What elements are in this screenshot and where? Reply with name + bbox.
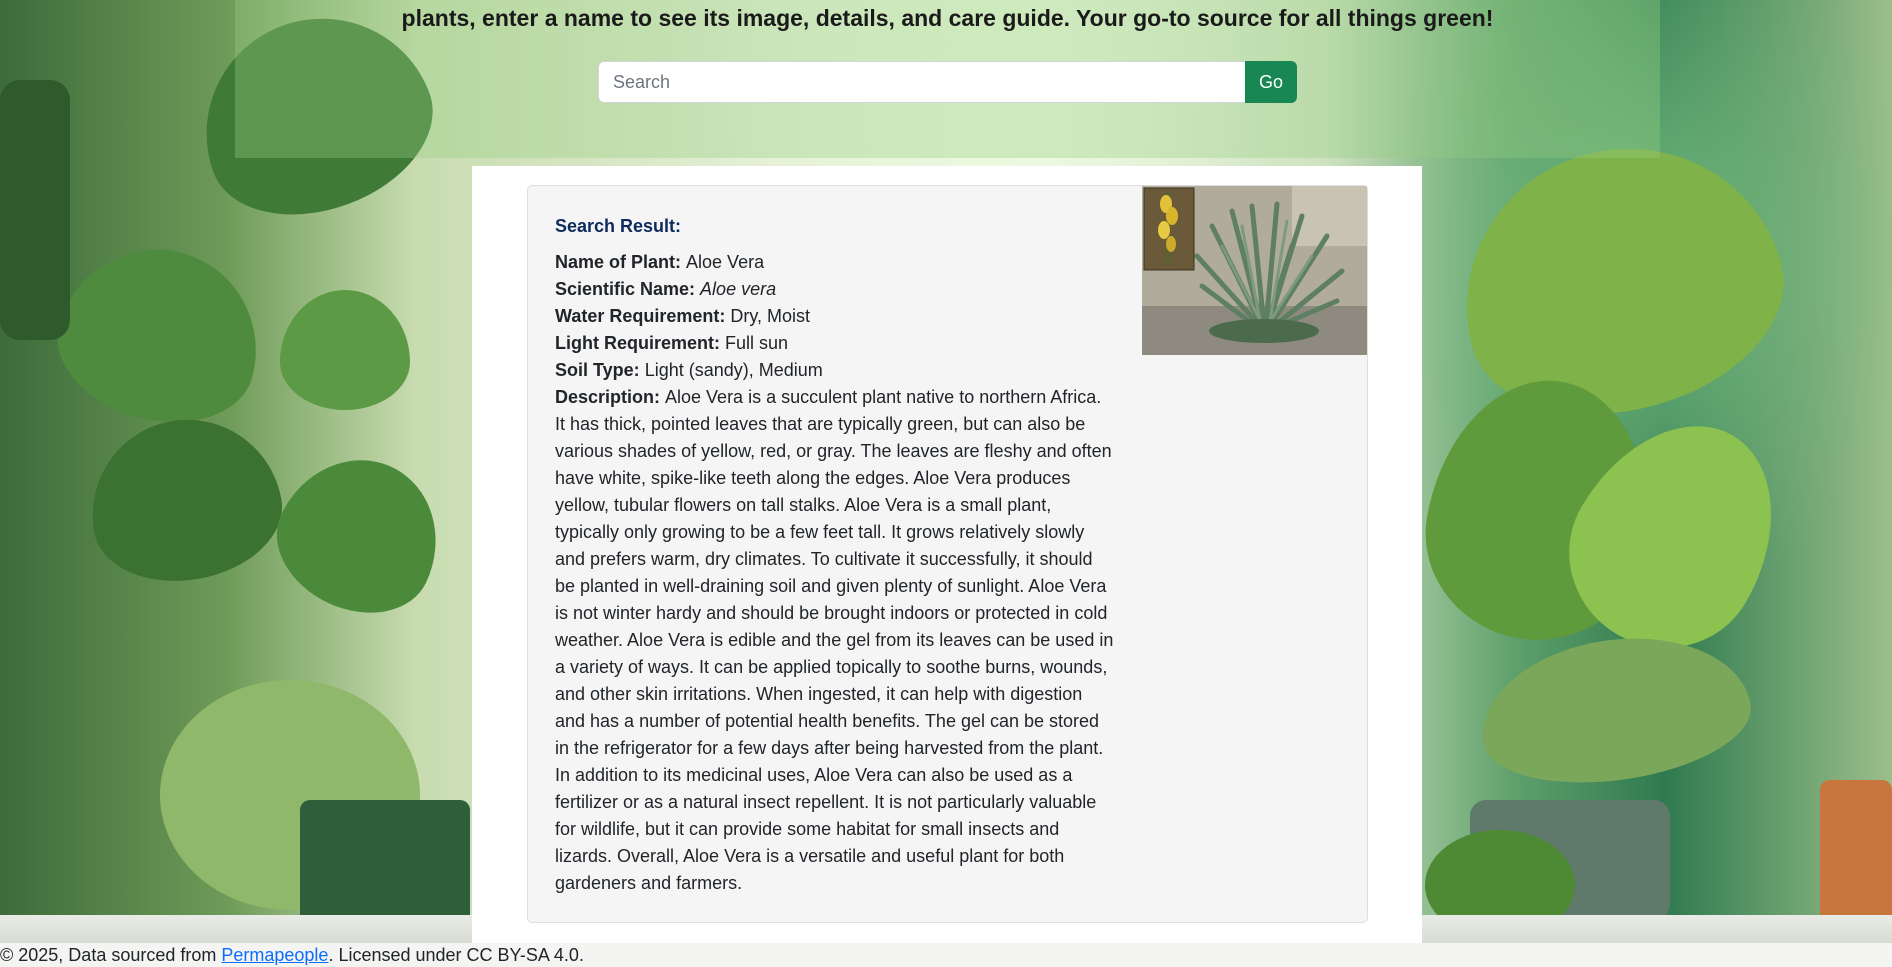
description-row: Description: Aloe Vera is a succulent pl… bbox=[555, 384, 1115, 897]
search-result-heading: Search Result: bbox=[555, 216, 682, 236]
plant-image bbox=[1142, 186, 1367, 355]
light-requirement-value: Full sun bbox=[725, 333, 789, 353]
water-requirement-value: Dry, Moist bbox=[730, 306, 811, 326]
plant-name-value: Aloe Vera bbox=[686, 252, 765, 272]
light-requirement-row: Light Requirement: Full sun bbox=[555, 330, 1115, 357]
soil-type-label: Soil Type: bbox=[555, 360, 645, 380]
permapeople-link[interactable]: Permapeople bbox=[221, 945, 328, 965]
footer-license: . Licensed under CC BY-SA 4.0. bbox=[328, 945, 584, 965]
plant-name-label: Name of Plant: bbox=[555, 252, 687, 272]
description-value: Aloe Vera is a succulent plant native to… bbox=[555, 387, 1114, 893]
page-tagline: plants, enter a name to see its image, d… bbox=[401, 5, 1494, 31]
water-requirement-row: Water Requirement: Dry, Moist bbox=[555, 303, 1115, 330]
footer: © 2025, Data sourced from Permapeople. L… bbox=[0, 943, 1892, 967]
description-label: Description: bbox=[555, 387, 666, 407]
scientific-name-row: Scientific Name: Aloe vera bbox=[555, 276, 1115, 303]
light-requirement-label: Light Requirement: bbox=[555, 333, 725, 353]
water-requirement-label: Water Requirement: bbox=[555, 306, 731, 326]
search-result-details: Search Result: Name of Plant: Aloe Vera … bbox=[555, 213, 1115, 897]
scientific-name-label: Scientific Name: bbox=[555, 279, 701, 299]
soil-type-value: Light (sandy), Medium bbox=[644, 360, 823, 380]
go-button[interactable]: Go bbox=[1245, 61, 1297, 103]
scientific-name-value: Aloe vera bbox=[700, 279, 777, 299]
footer-copyright: © 2025, Data sourced from bbox=[0, 945, 222, 965]
search-form: Go bbox=[598, 61, 1297, 103]
plant-name-row: Name of Plant: Aloe Vera bbox=[555, 249, 1115, 276]
search-input[interactable] bbox=[598, 61, 1245, 103]
soil-type-row: Soil Type: Light (sandy), Medium bbox=[555, 357, 1115, 384]
